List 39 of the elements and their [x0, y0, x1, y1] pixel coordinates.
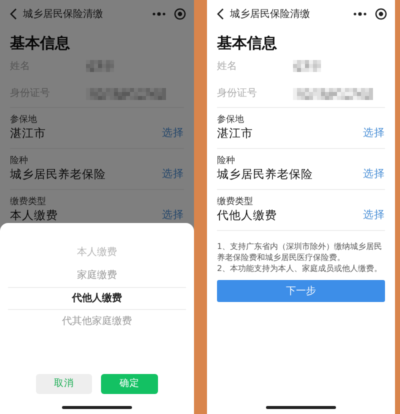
select-link[interactable]: 选择: [162, 167, 184, 181]
field-label: 参保地: [10, 114, 38, 126]
page-title: 城乡居民保险清缴: [23, 8, 104, 22]
field-value: 城乡居民养老保险: [10, 167, 106, 181]
field-label: 姓名: [217, 60, 238, 74]
select-link[interactable]: 选择: [363, 126, 385, 140]
cancel-button[interactable]: 取消: [36, 374, 92, 394]
picker-option[interactable]: 代其他家庭缴费: [8, 310, 186, 333]
field-label: 缴费类型: [217, 196, 254, 208]
field-label: 险种: [10, 155, 29, 167]
field-value: 城乡居民养老保险: [217, 167, 313, 181]
confirm-button[interactable]: 确定: [101, 374, 158, 394]
close-icon[interactable]: [375, 8, 387, 20]
field-value: 代他人缴费: [217, 208, 277, 222]
field-value: 湛江市: [10, 126, 46, 140]
select-link[interactable]: 选择: [363, 167, 385, 181]
next-button[interactable]: 下一步: [217, 280, 385, 302]
field-value: 本人缴费: [10, 208, 58, 222]
picker-option[interactable]: 家庭缴费: [8, 264, 186, 287]
select-link[interactable]: 选择: [363, 208, 385, 222]
redacted-mosaic: [86, 60, 114, 72]
back-icon[interactable]: [217, 8, 224, 20]
field-label: 险种: [217, 155, 236, 167]
notes-text: 1、支持广东省内（深圳市除外）缴纳城乡居民养老保险费和城乡居民医疗保险费。 2、本功能支持为本人、家庭成员或他人缴费。: [217, 241, 384, 274]
page-title: 城乡居民保险清缴: [230, 8, 311, 22]
picker-option[interactable]: 代他人缴费: [8, 287, 186, 310]
home-indicator: [266, 406, 336, 409]
field-label: 身份证号: [217, 87, 258, 101]
field-label: 缴费类型: [10, 196, 47, 208]
section-heading: 基本信息: [217, 34, 278, 52]
select-link[interactable]: 选择: [162, 126, 184, 140]
section-heading: 基本信息: [10, 34, 71, 52]
field-value: 湛江市: [217, 126, 253, 140]
home-indicator: [62, 406, 132, 409]
more-icon[interactable]: [353, 11, 367, 17]
picker-option[interactable]: 本人缴费: [8, 241, 186, 264]
redacted-mosaic: [293, 60, 321, 72]
select-link[interactable]: 选择: [162, 208, 184, 222]
field-label: 参保地: [217, 114, 245, 126]
